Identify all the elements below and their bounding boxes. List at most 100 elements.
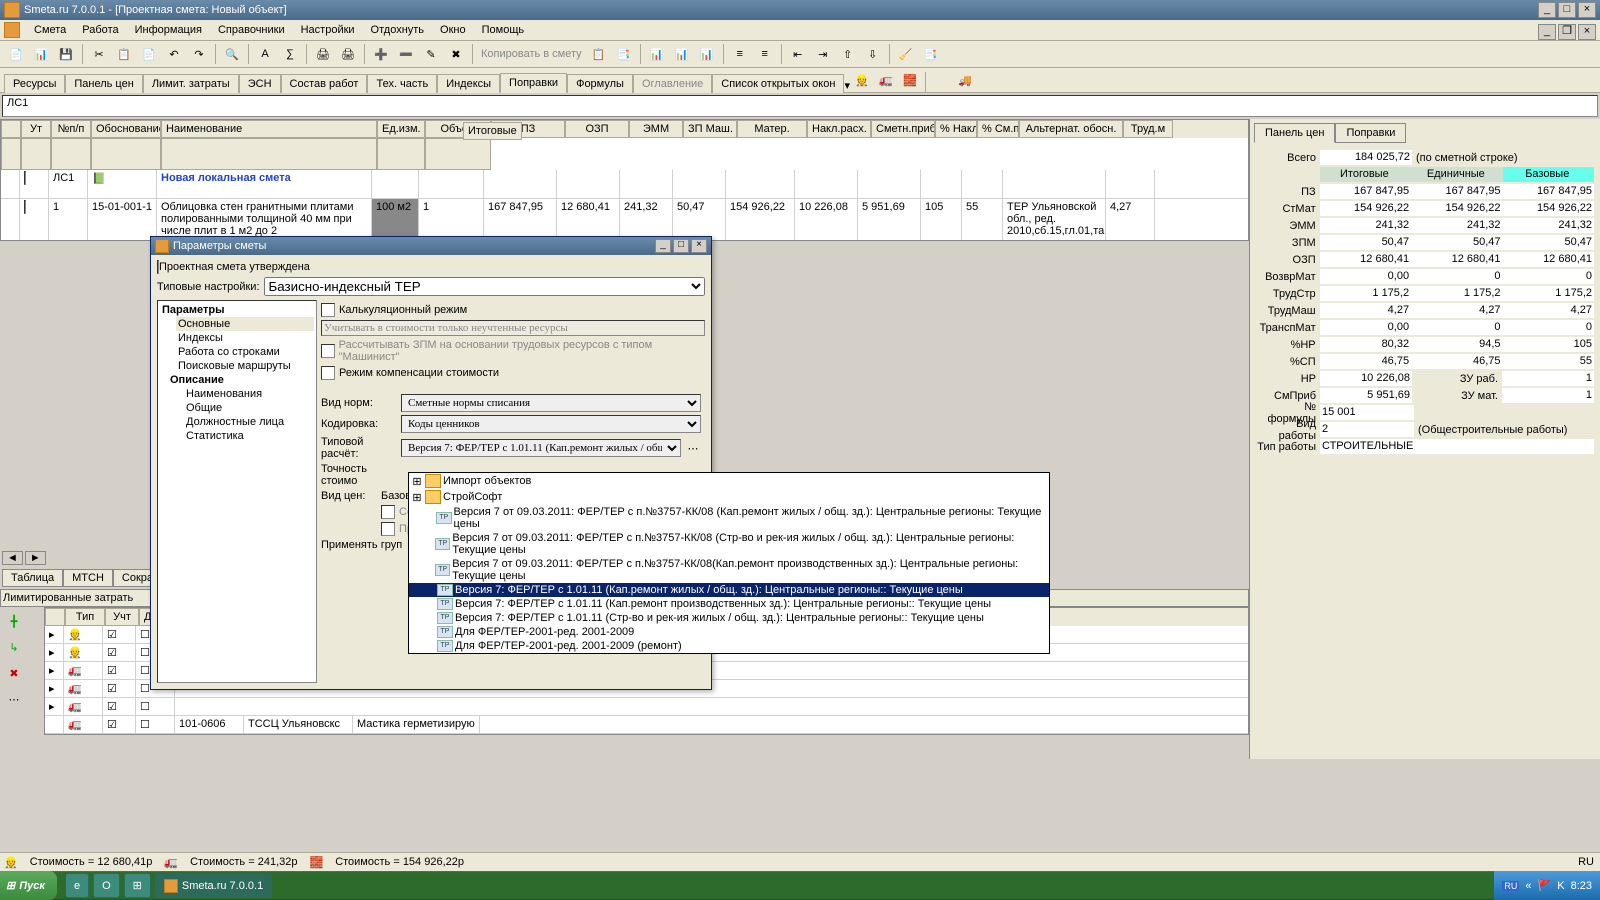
tb-excel-icon[interactable]: 📊 (29, 42, 53, 66)
ref-icon[interactable]: ⋯ (2, 687, 26, 711)
tab-Панель цен[interactable]: Панель цен (65, 74, 142, 93)
tab-Ресурсы[interactable]: Ресурсы (4, 74, 65, 93)
tb-copy-mode-icon[interactable]: 📋 (587, 42, 611, 66)
tree-node[interactable]: Поисковые маршруты (176, 359, 314, 373)
minimize-button[interactable]: _ (1538, 2, 1556, 18)
tb-grp3-icon[interactable]: 📊 (695, 42, 719, 66)
tree-node[interactable]: Основные (176, 317, 314, 331)
tb-add-icon[interactable]: ➕ (369, 42, 393, 66)
tree-node[interactable]: Общие (184, 401, 314, 415)
dialog-close-button[interactable]: × (691, 239, 707, 253)
params-tree[interactable]: Параметры ОсновныеИндексыРабота со строк… (157, 300, 317, 683)
tab-Лимит. затраты[interactable]: Лимит. затраты (143, 74, 239, 93)
del-row-icon[interactable]: ✖ (2, 661, 26, 685)
tab-Формулы[interactable]: Формулы (567, 74, 633, 93)
menu-Настройки[interactable]: Настройки (293, 22, 363, 38)
tb-il-icon[interactable]: ⇤ (786, 42, 810, 66)
tabbar-icon-2[interactable]: 🧱 (898, 68, 922, 92)
tree-node[interactable]: Должностные лица (184, 415, 314, 429)
menu-Окно[interactable]: Окно (432, 22, 474, 38)
rtab-panel-cen[interactable]: Панель цен (1254, 123, 1335, 143)
tb-calc-icon[interactable]: ∑ (278, 42, 302, 66)
menu-Информация[interactable]: Информация (127, 22, 210, 38)
tb-undo-icon[interactable]: ↶ (162, 42, 186, 66)
tabbar-icon-0[interactable]: 👷 (850, 68, 874, 92)
tab-Состав работ[interactable]: Состав работ (281, 74, 368, 93)
rtab-popravki[interactable]: Поправки (1335, 123, 1406, 143)
dialog-min-button[interactable]: _ (655, 239, 671, 253)
dropdown-item[interactable]: ТР Версия 7 от 09.03.2011: ФЕР/ТЕР с п.№… (409, 557, 1049, 583)
kodir-select[interactable]: Коды ценников (401, 415, 701, 433)
tb-grp1-icon[interactable]: 📊 (645, 42, 669, 66)
approved-checkbox[interactable]: Проектная смета утверждена (157, 261, 705, 273)
ql-desktop-icon[interactable]: ⊞ (124, 873, 151, 898)
kalk-checkbox[interactable]: Калькуляционный режим (321, 303, 467, 317)
tree-node[interactable]: Статистика (184, 429, 314, 443)
tb-print-icon[interactable]: 🖨 (311, 42, 335, 66)
tb-i1-icon[interactable]: ≡ (728, 42, 752, 66)
tray-clock[interactable]: 8:23 (1571, 880, 1592, 892)
add-row-icon[interactable]: ╋ (2, 609, 26, 633)
tabbar-icon-4[interactable]: 🚚 (953, 68, 977, 92)
tb-close-icon[interactable]: ✖ (444, 42, 468, 66)
menu-Справочники[interactable]: Справочники (210, 22, 293, 38)
dropdown-folder[interactable]: ⊞ Импорт объектов (409, 473, 1049, 489)
menu-Смета[interactable]: Смета (26, 22, 74, 38)
tray-expand-icon[interactable]: « (1525, 880, 1531, 892)
tb-edit-icon[interactable]: ✎ (419, 42, 443, 66)
tipras-select[interactable]: Версия 7: ФЕР/ТЕР с 1.01.11 (Кап.ремонт … (401, 439, 681, 457)
tb-i2-icon[interactable]: ≡ (753, 42, 777, 66)
ql-browser-icon[interactable]: O (93, 873, 120, 898)
tipras-more-button[interactable]: ⋯ (681, 436, 705, 460)
system-tray[interactable]: RU « 🚩 K 8:23 (1494, 871, 1600, 900)
table-row[interactable]: 115-01-001-1Облицовка стен гранитными пл… (1, 199, 1248, 241)
dialog-max-button[interactable]: □ (673, 239, 689, 253)
tab-ЭСН[interactable]: ЭСН (239, 74, 281, 93)
dropdown-item[interactable]: ТР Версия 7: ФЕР/ТЕР с 1.01.11 (Кап.ремо… (409, 597, 1049, 611)
tab-Оглавление[interactable]: Оглавление (633, 74, 712, 93)
tipras-dropdown[interactable]: ⊞ Импорт объектов⊞ СтройСофт ТР Версия 7 … (408, 472, 1050, 654)
tb-iu-icon[interactable]: ⇧ (836, 42, 860, 66)
tabbar-icon-1[interactable]: 🚛 (874, 68, 898, 92)
tab-Тех. часть[interactable]: Тех. часть (367, 74, 437, 93)
dropdown-item[interactable]: ТР Для ФЕР/ТЕР-2001-ред. 2001-2009 (ремо… (409, 639, 1049, 653)
dropdown-folder[interactable]: ⊞ СтройСофт (409, 489, 1049, 505)
mdi-close-button[interactable]: × (1578, 24, 1596, 40)
tab-Поправки[interactable]: Поправки (500, 73, 567, 93)
typical-select[interactable]: Базисно-индексный ТЕР (264, 277, 705, 296)
tb-new-icon[interactable]: 📄 (4, 42, 28, 66)
tb-ir-icon[interactable]: ⇥ (811, 42, 835, 66)
tb-copy-mode2-icon[interactable]: 📑 (612, 42, 636, 66)
tb-del-icon[interactable]: ➖ (394, 42, 418, 66)
mdi-restore-button[interactable]: ❐ (1558, 24, 1576, 40)
task-smeta[interactable]: Smeta.ru 7.0.0.1 (155, 873, 272, 898)
tb-id-icon[interactable]: ⇩ (861, 42, 885, 66)
tb-search-icon[interactable]: 🔍 (220, 42, 244, 66)
lang-indicator[interactable]: RU (1576, 856, 1596, 868)
menu-Отдохнуть[interactable]: Отдохнуть (363, 22, 433, 38)
rezhim-checkbox[interactable]: Режим компенсации стоимости (321, 366, 499, 380)
start-button[interactable]: ⊞Пуск (0, 871, 57, 900)
add-sub-icon[interactable]: ↳ (2, 635, 26, 659)
bottom-tab[interactable]: МТСН (63, 569, 113, 587)
tab-Список открытых окон[interactable]: Список открытых окон (712, 74, 844, 93)
maximize-button[interactable]: □ (1558, 2, 1576, 18)
dropdown-item[interactable]: ТР Версия 7: ФЕР/ТЕР с 1.01.11 (Кап.ремо… (409, 583, 1049, 597)
vidnorm-select[interactable]: Сметные нормы списания (401, 394, 701, 412)
tb-eraser-icon[interactable]: 🧹 (894, 42, 918, 66)
dropdown-item[interactable]: ТР Версия 7: ФЕР/ТЕР с 1.01.11 (Стр-во и… (409, 611, 1049, 625)
main-grid[interactable]: Ут №п/п Обоснование Наименование Ед.изм.… (0, 119, 1249, 241)
bottom-tab[interactable]: Таблица (2, 569, 63, 587)
tb-printers-icon[interactable]: 🖨 (336, 42, 360, 66)
scroll-right-button[interactable]: ► (25, 551, 46, 565)
tb-copy-icon[interactable]: 📋 (112, 42, 136, 66)
scroll-left-button[interactable]: ◄ (2, 551, 23, 565)
tray-lang[interactable]: RU (1502, 881, 1519, 891)
breadcrumb[interactable]: ЛС1 (2, 95, 1598, 117)
tb-font-icon[interactable]: A (253, 42, 277, 66)
menu-Помощь[interactable]: Помощь (474, 22, 533, 38)
tab-Индексы[interactable]: Индексы (437, 74, 500, 93)
tree-node[interactable]: Наименования (184, 387, 314, 401)
tree-node[interactable]: Работа со строками (176, 345, 314, 359)
tb-paste-icon[interactable]: 📄 (137, 42, 161, 66)
